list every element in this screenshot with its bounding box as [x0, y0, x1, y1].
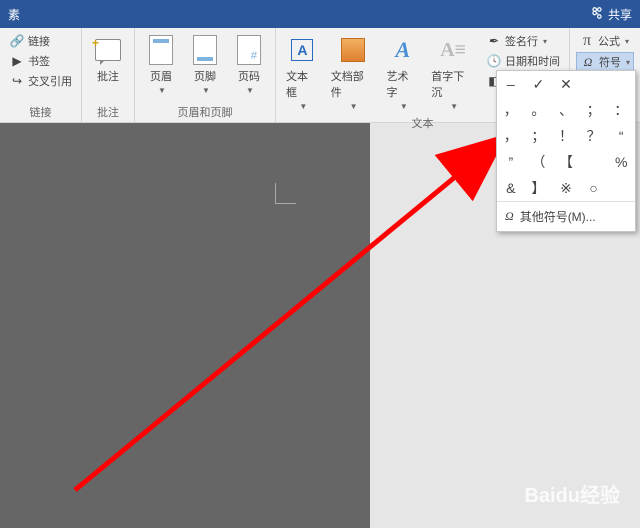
symbol-grid: –✓✕，。、；：，；！？“”（【%&】※○ — [497, 71, 635, 201]
textbox-label: 文本框 — [286, 68, 319, 100]
symbol-cell[interactable]: ” — [497, 149, 525, 175]
symbol-cell[interactable]: （ — [525, 149, 553, 175]
symbol-cell[interactable]: ， — [497, 97, 525, 123]
dropcap-icon: A≡ — [437, 34, 469, 66]
chevron-down-icon: ▼ — [158, 86, 166, 95]
symbol-cell[interactable] — [607, 71, 635, 97]
wordart-label: 艺术字 — [386, 68, 419, 100]
link-icon: 🔗 — [9, 33, 25, 49]
symbol-cell[interactable]: ； — [580, 97, 608, 123]
symbol-cell[interactable]: “ — [607, 123, 635, 149]
pagenum-icon — [233, 34, 265, 66]
datetime-label: 日期和时间 — [505, 53, 560, 69]
pagenum-button[interactable]: 页码 ▼ — [229, 32, 269, 97]
signature-label: 签名行 — [505, 33, 538, 49]
signature-button[interactable]: ✒ 签名行 ▾ — [483, 32, 563, 50]
group-links: 🔗 链接 ▶ 书签 ↪ 交叉引用 链接 — [0, 28, 82, 122]
title-bar: 素 共享 — [0, 0, 640, 28]
symbol-cell[interactable]: ！ — [552, 123, 580, 149]
symbol-cell[interactable]: % — [607, 149, 635, 175]
group-comments: 批注 批注 — [82, 28, 135, 122]
bookmark-button[interactable]: ▶ 书签 — [6, 52, 75, 70]
symbol-cell[interactable]: ； — [525, 123, 553, 149]
footer-button[interactable]: 页脚 ▼ — [185, 32, 225, 97]
symbol-cell[interactable]: 、 — [552, 97, 580, 123]
symbol-cell[interactable]: ？ — [580, 123, 608, 149]
chevron-down-icon: ▼ — [299, 102, 307, 111]
share-icon — [590, 6, 604, 23]
docparts-button[interactable]: 文档部件 ▼ — [327, 32, 379, 113]
symbol-dropdown-menu: –✓✕，。、；：，；！？“”（【%&】※○ Ω 其他符号(M)... — [496, 70, 636, 232]
share-label: 共享 — [608, 6, 632, 23]
more-symbols-label: 其他符号(M)... — [520, 208, 596, 225]
group-headerfooter: 页眉 ▼ 页脚 ▼ 页码 ▼ 页眉和页脚 — [135, 28, 276, 122]
signature-icon: ✒ — [486, 33, 502, 49]
chevron-down-icon: ▾ — [543, 37, 547, 46]
group-links-label: 链接 — [6, 102, 75, 120]
bookmark-icon: ▶ — [9, 53, 25, 69]
chevron-down-icon: ▾ — [626, 58, 630, 67]
crossref-label: 交叉引用 — [28, 73, 72, 89]
equation-button[interactable]: π 公式 ▾ — [576, 32, 634, 50]
dropcap-label: 首字下沉 — [431, 68, 475, 100]
dropcap-button[interactable]: A≡ 首字下沉 ▼ — [427, 32, 479, 113]
pi-icon: π — [579, 33, 595, 49]
symbol-cell[interactable]: & — [497, 175, 525, 201]
crossref-icon: ↪ — [9, 73, 25, 89]
symbol-cell[interactable]: 。 — [525, 97, 553, 123]
chevron-down-icon: ▼ — [450, 102, 458, 111]
docparts-icon — [337, 34, 369, 66]
comment-button[interactable]: 批注 — [88, 32, 128, 86]
hyperlink-label: 链接 — [28, 33, 50, 49]
share-button[interactable]: 共享 — [590, 6, 632, 23]
chevron-down-icon: ▼ — [202, 86, 210, 95]
header-label: 页眉 — [150, 68, 172, 84]
chevron-down-icon: ▼ — [246, 86, 254, 95]
wordart-button[interactable]: A 艺术字 ▼ — [382, 32, 423, 113]
datetime-button[interactable]: 🕓 日期和时间 — [483, 52, 563, 70]
symbol-label: 符号 — [599, 54, 621, 70]
document-canvas[interactable] — [0, 123, 370, 528]
symbol-cell[interactable]: 【 — [552, 149, 580, 175]
header-icon — [145, 34, 177, 66]
omega-icon: Ω — [580, 54, 596, 70]
chevron-down-icon: ▾ — [625, 37, 629, 46]
pagenum-label: 页码 — [238, 68, 260, 84]
crossref-button[interactable]: ↪ 交叉引用 — [6, 72, 75, 90]
footer-icon — [189, 34, 221, 66]
group-comments-label: 批注 — [88, 102, 128, 120]
symbol-cell[interactable] — [580, 149, 608, 175]
symbol-cell[interactable]: ○ — [580, 175, 608, 201]
more-symbols-button[interactable]: Ω 其他符号(M)... — [497, 201, 635, 231]
hyperlink-button[interactable]: 🔗 链接 — [6, 32, 75, 50]
chevron-down-icon: ▼ — [350, 102, 358, 111]
symbol-button[interactable]: Ω 符号 ▾ — [576, 52, 634, 72]
symbol-cell[interactable]: ※ — [552, 175, 580, 201]
symbol-cell[interactable]: ✕ — [552, 71, 580, 97]
header-button[interactable]: 页眉 ▼ — [141, 32, 181, 97]
symbol-cell[interactable]: ： — [607, 97, 635, 123]
watermark: Baidu经验 — [524, 479, 620, 508]
omega-icon: Ω — [505, 209, 514, 224]
comment-label: 批注 — [97, 68, 119, 84]
symbol-cell[interactable] — [580, 71, 608, 97]
textbox-button[interactable]: A 文本框 ▼ — [282, 32, 323, 113]
chevron-down-icon: ▼ — [400, 102, 408, 111]
textbox-icon: A — [286, 34, 318, 66]
symbol-cell[interactable]: ， — [497, 123, 525, 149]
symbol-cell[interactable]: ✓ — [525, 71, 553, 97]
symbol-cell[interactable]: – — [497, 71, 525, 97]
wordart-icon: A — [387, 34, 419, 66]
symbol-cell[interactable]: 】 — [525, 175, 553, 201]
comment-icon — [92, 34, 124, 66]
footer-label: 页脚 — [194, 68, 216, 84]
bookmark-label: 书签 — [28, 53, 50, 69]
title-text: 素 — [8, 6, 20, 23]
equation-label: 公式 — [598, 33, 620, 49]
group-headerfooter-label: 页眉和页脚 — [141, 102, 269, 120]
datetime-icon: 🕓 — [486, 53, 502, 69]
docparts-label: 文档部件 — [331, 68, 375, 100]
